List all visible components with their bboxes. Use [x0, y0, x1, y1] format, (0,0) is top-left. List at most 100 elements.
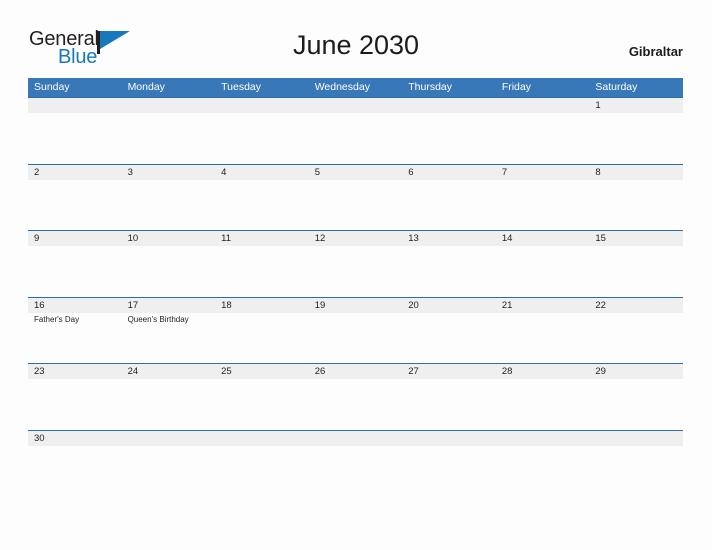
calendar-day-cell[interactable]: 4 — [215, 165, 309, 231]
day-event — [402, 113, 496, 115]
calendar-day-cell[interactable]: 21 — [496, 298, 590, 364]
day-number: 7 — [501, 166, 508, 178]
day-event — [122, 446, 216, 448]
day-event — [402, 180, 496, 182]
calendar-day-cell[interactable]: 10 — [122, 231, 216, 297]
day-number: 1 — [595, 100, 601, 111]
day-event — [28, 180, 122, 182]
day-number: 22 — [595, 299, 606, 311]
calendar-day-cell[interactable]: 11 — [215, 231, 309, 297]
weekday-header-friday: Friday — [501, 81, 531, 93]
day-number: 4 — [221, 166, 227, 178]
weekday-header-tuesday: Tuesday — [221, 81, 262, 93]
calendar-day-cell[interactable]: 27 — [402, 364, 496, 430]
day-event — [589, 180, 683, 182]
calendar-day-cell[interactable]: 16 Father's Day — [28, 298, 122, 364]
calendar-day-cell[interactable]: 19 — [309, 298, 403, 364]
page-header: General Blue June 2030 Gibraltar — [0, 0, 712, 78]
day-number: 14 — [501, 233, 513, 244]
calendar-day-cell[interactable] — [589, 431, 683, 449]
calendar-day-cell[interactable]: 12 — [309, 231, 403, 297]
day-event — [309, 246, 403, 248]
day-event — [309, 379, 403, 381]
calendar-day-cell[interactable]: 20 — [402, 298, 496, 364]
calendar-day-cell[interactable] — [215, 98, 309, 164]
calendar-day-cell[interactable] — [496, 98, 590, 164]
day-event — [402, 313, 496, 315]
calendar-day-cell[interactable]: 26 — [309, 364, 403, 430]
calendar-day-cell[interactable]: 1 — [589, 98, 683, 164]
calendar-day-cell[interactable]: 25 — [215, 364, 309, 430]
weekday-header-monday: Monday — [127, 81, 165, 93]
day-event — [589, 446, 683, 448]
day-event — [215, 446, 309, 448]
calendar-day-cell[interactable]: 5 — [309, 165, 403, 231]
calendar-day-cell[interactable]: 18 — [215, 298, 309, 364]
calendar-day-cell[interactable] — [496, 431, 590, 449]
calendar-week-row: 1 — [28, 97, 683, 164]
day-number: 16 — [34, 299, 45, 311]
calendar-day-cell[interactable]: 14 — [496, 231, 590, 297]
calendar-day-cell[interactable]: 17 Queen's Birthday — [122, 298, 216, 364]
calendar-day-cell[interactable]: 22 — [589, 298, 683, 364]
weekday-header-saturday: Saturday — [595, 81, 638, 93]
day-number: 26 — [314, 366, 326, 377]
calendar-day-cell[interactable] — [309, 98, 403, 164]
day-event — [215, 246, 309, 248]
calendar-day-cell[interactable] — [402, 431, 496, 449]
weekday-header-thursday: Thursday — [408, 81, 453, 93]
calendar-day-cell[interactable]: 24 — [122, 364, 216, 430]
day-event — [122, 180, 216, 182]
day-event — [309, 446, 403, 448]
day-number: 9 — [34, 233, 40, 244]
day-number: 17 — [127, 299, 139, 311]
day-number: 18 — [221, 299, 232, 311]
calendar-day-cell[interactable]: 30 — [28, 431, 122, 449]
calendar-day-cell[interactable] — [215, 431, 309, 449]
calendar-week-row: 9 10 11 12 13 14 15 — [28, 230, 683, 297]
day-event — [589, 246, 683, 248]
day-event — [122, 379, 216, 381]
day-number: 29 — [595, 366, 606, 377]
day-number: 10 — [127, 233, 139, 244]
day-event — [215, 313, 309, 315]
day-event — [28, 379, 122, 381]
day-number: 13 — [408, 233, 419, 244]
calendar-day-cell[interactable]: 23 — [28, 364, 122, 430]
page-title: June 2030 — [292, 30, 420, 60]
calendar-day-cell[interactable] — [122, 431, 216, 449]
calendar-day-cell[interactable]: 8 — [589, 165, 683, 231]
calendar-day-cell[interactable]: 2 — [28, 165, 122, 231]
calendar-day-cell[interactable] — [402, 98, 496, 164]
weekday-header-wednesday: Wednesday — [314, 81, 370, 93]
day-event — [28, 446, 122, 448]
calendar-day-cell[interactable]: 3 — [122, 165, 216, 231]
calendar-day-cell[interactable]: 13 — [402, 231, 496, 297]
calendar-day-cell[interactable]: 6 — [402, 165, 496, 231]
day-event — [496, 246, 590, 248]
calendar-day-cell[interactable]: 7 — [496, 165, 590, 231]
day-event — [122, 113, 216, 115]
day-event — [309, 180, 403, 182]
calendar-day-cell[interactable]: 28 — [496, 364, 590, 430]
day-event — [28, 113, 122, 115]
day-number: 19 — [314, 299, 326, 311]
day-event — [496, 313, 590, 315]
day-event — [28, 246, 122, 248]
weekday-header-row: Sunday Monday Tuesday Wednesday Thursday… — [28, 78, 683, 97]
weekday-header-sunday: Sunday — [34, 81, 70, 93]
calendar-day-cell[interactable] — [309, 431, 403, 449]
day-event — [309, 313, 403, 315]
calendar-day-cell[interactable]: 15 — [589, 231, 683, 297]
day-number: 12 — [314, 233, 326, 244]
day-number: 25 — [221, 366, 232, 377]
calendar-day-cell[interactable] — [122, 98, 216, 164]
day-number: 6 — [408, 166, 414, 178]
day-number: 20 — [408, 299, 419, 311]
day-event — [589, 113, 683, 115]
calendar-day-cell[interactable] — [28, 98, 122, 164]
day-event — [309, 113, 403, 115]
calendar-day-cell[interactable]: 9 — [28, 231, 122, 297]
calendar-day-cell[interactable]: 29 — [589, 364, 683, 430]
region-label: Gibraltar — [628, 44, 683, 59]
